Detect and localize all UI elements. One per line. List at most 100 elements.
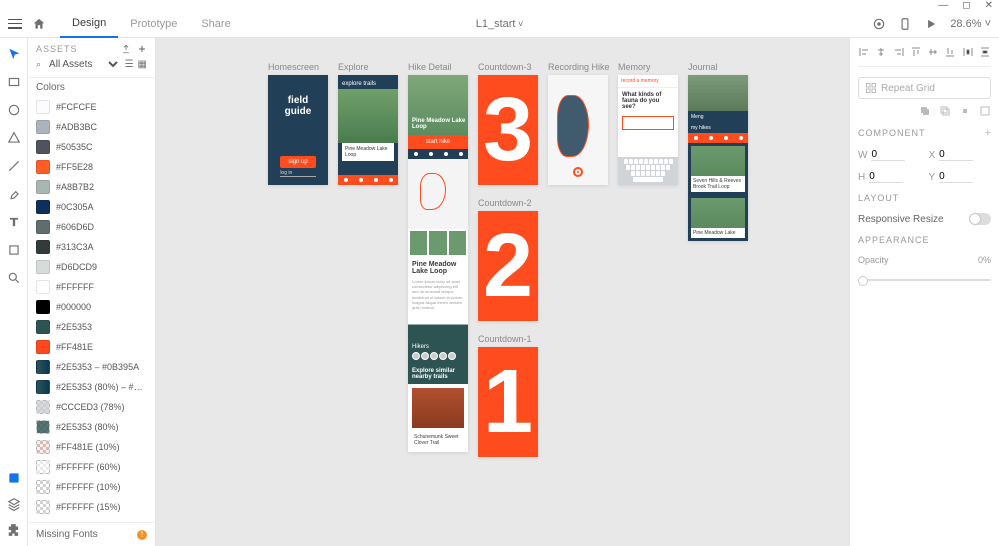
grid-view-icon[interactable]: ▦ bbox=[138, 59, 147, 70]
rectangle-tool[interactable] bbox=[6, 74, 22, 90]
select-tool[interactable] bbox=[6, 46, 22, 62]
color-swatch-row[interactable]: #50535C bbox=[32, 137, 151, 157]
artboard-label[interactable]: Homescreen bbox=[268, 62, 328, 72]
record-button-icon bbox=[573, 167, 583, 177]
distribute-h-icon[interactable] bbox=[962, 46, 974, 58]
artboard-label[interactable]: Journal bbox=[688, 62, 748, 72]
artboard-countdown-1[interactable]: 1 bbox=[478, 347, 538, 457]
artboard-label[interactable]: Countdown-2 bbox=[478, 198, 538, 208]
ellipse-tool[interactable] bbox=[6, 102, 22, 118]
color-swatch-row[interactable]: #FFFFFF (60%) bbox=[32, 457, 151, 477]
line-tool[interactable] bbox=[6, 158, 22, 174]
color-swatch-row[interactable]: #2E5353 – #0B395A bbox=[32, 357, 151, 377]
color-swatch-row[interactable]: #2E5353 (80%) – #0B395A (80%) bbox=[32, 377, 151, 397]
artboard-homescreen[interactable]: field guide sign up log in bbox=[268, 75, 328, 185]
responsive-resize-toggle[interactable] bbox=[969, 213, 991, 225]
height-input[interactable] bbox=[869, 171, 903, 183]
document-title-dropdown[interactable]: L1_start bbox=[476, 18, 524, 30]
align-right-icon[interactable] bbox=[893, 46, 905, 58]
bool-subtract-icon[interactable] bbox=[939, 105, 951, 117]
pen-tool[interactable] bbox=[6, 186, 22, 202]
zoom-level-dropdown[interactable]: 28.6% ˅ bbox=[950, 18, 991, 30]
zoom-tool[interactable] bbox=[6, 270, 22, 286]
home-icon[interactable] bbox=[32, 17, 46, 31]
assets-panel-toggle[interactable] bbox=[6, 470, 22, 486]
window-maximize-button[interactable]: ◻ bbox=[962, 0, 970, 11]
bool-add-icon[interactable] bbox=[919, 105, 931, 117]
color-swatch-row[interactable]: #FCFCFE bbox=[32, 97, 151, 117]
align-left-icon[interactable] bbox=[858, 46, 870, 58]
artboard-label[interactable]: Explore bbox=[338, 62, 398, 72]
polygon-tool[interactable] bbox=[6, 130, 22, 146]
color-swatch-row[interactable]: #2E5353 (80%) bbox=[32, 417, 151, 437]
color-swatch bbox=[36, 140, 50, 154]
tab-bar bbox=[338, 175, 398, 185]
cloud-sync-icon[interactable] bbox=[872, 17, 886, 31]
repeat-grid-button[interactable]: Repeat Grid bbox=[858, 77, 991, 99]
artboard-memory[interactable]: record a memory What kinds of fauna do y… bbox=[618, 75, 678, 185]
color-label: #FCFCFE bbox=[56, 102, 97, 112]
color-swatch-row[interactable]: #2E5353 bbox=[32, 317, 151, 337]
text-tool[interactable] bbox=[6, 214, 22, 230]
tab-share[interactable]: Share bbox=[189, 10, 242, 38]
layers-panel-toggle[interactable] bbox=[6, 496, 22, 512]
bool-intersect-icon[interactable] bbox=[959, 105, 971, 117]
opacity-slider[interactable] bbox=[858, 279, 991, 281]
color-swatch-row[interactable]: #FF481E bbox=[32, 337, 151, 357]
color-swatch-row[interactable]: #606D6D bbox=[32, 217, 151, 237]
align-center-h-icon[interactable] bbox=[875, 46, 887, 58]
x-input[interactable] bbox=[939, 149, 973, 161]
color-swatch bbox=[36, 180, 50, 194]
artboard-label[interactable]: Recording Hike bbox=[548, 62, 610, 72]
color-swatch bbox=[36, 220, 50, 234]
colors-section-header[interactable]: Colors bbox=[28, 77, 155, 97]
artboard-explore[interactable]: explore trails Pine Meadow Lake Loop bbox=[338, 75, 398, 185]
artboard-journal[interactable]: Meng my hikes Seven Hills & Reeves Brook… bbox=[688, 75, 748, 241]
artboard-hike-detail[interactable]: Pine Meadow Lake Loop start hike Pine Me… bbox=[408, 75, 468, 452]
add-asset-icon[interactable] bbox=[137, 44, 147, 54]
mobile-preview-icon[interactable] bbox=[898, 17, 912, 31]
artboard-label[interactable]: Memory bbox=[618, 62, 678, 72]
color-swatch-row[interactable]: #FFFFFF bbox=[32, 277, 151, 297]
color-swatch-row[interactable]: #ADB3BC bbox=[32, 117, 151, 137]
tab-design[interactable]: Design bbox=[60, 10, 118, 38]
color-swatch-row[interactable]: #FFFFFF (15%) bbox=[32, 497, 151, 517]
color-swatch-row[interactable]: #A8B7B2 bbox=[32, 177, 151, 197]
color-swatch-row[interactable]: #D6DCD9 bbox=[32, 257, 151, 277]
artboard-label[interactable]: Countdown-1 bbox=[478, 334, 538, 344]
distribute-v-icon[interactable] bbox=[979, 46, 991, 58]
color-swatch-row[interactable]: #FF481E (10%) bbox=[32, 437, 151, 457]
list-view-icon[interactable]: ☰ bbox=[125, 59, 134, 70]
add-component-icon[interactable]: + bbox=[985, 127, 991, 139]
artboard-label[interactable]: Hike Detail bbox=[408, 62, 468, 72]
color-swatch-row[interactable]: #313C3A bbox=[32, 237, 151, 257]
color-swatch-row[interactable]: #FF5E28 bbox=[32, 157, 151, 177]
assets-filter-dropdown[interactable]: All Assets bbox=[45, 58, 121, 71]
align-middle-icon[interactable] bbox=[927, 46, 939, 58]
plugins-panel-toggle[interactable] bbox=[6, 522, 22, 538]
artboard-recording-hike[interactable] bbox=[548, 75, 608, 185]
color-label: #FFFFFF (10%) bbox=[56, 482, 121, 492]
canvas[interactable]: Homescreen field guide sign up log in Ex… bbox=[156, 38, 849, 546]
artboard-countdown-2[interactable]: 2 bbox=[478, 211, 538, 321]
color-swatch-row[interactable]: #000000 bbox=[32, 297, 151, 317]
play-preview-icon[interactable] bbox=[924, 17, 938, 31]
color-swatch-row[interactable]: #0C305A bbox=[32, 197, 151, 217]
tab-prototype[interactable]: Prototype bbox=[118, 10, 189, 38]
artboard-countdown-3[interactable]: 3 bbox=[478, 75, 538, 185]
width-input[interactable] bbox=[871, 149, 905, 161]
window-close-button[interactable]: ✕ bbox=[985, 0, 993, 11]
color-label: #CCCED3 (78%) bbox=[56, 402, 125, 412]
artboard-tool[interactable] bbox=[6, 242, 22, 258]
align-top-icon[interactable] bbox=[910, 46, 922, 58]
missing-fonts-row[interactable]: Missing Fonts ! bbox=[28, 522, 155, 546]
hamburger-menu-button[interactable] bbox=[8, 19, 22, 29]
window-minimize-button[interactable]: — bbox=[938, 0, 948, 11]
color-swatch-row[interactable]: #FFFFFF (10%) bbox=[32, 477, 151, 497]
publish-library-icon[interactable] bbox=[121, 44, 131, 54]
artboard-label[interactable]: Countdown-3 bbox=[478, 62, 538, 72]
align-bottom-icon[interactable] bbox=[944, 46, 956, 58]
bool-exclude-icon[interactable] bbox=[979, 105, 991, 117]
color-swatch-row[interactable]: #CCCED3 (78%) bbox=[32, 397, 151, 417]
y-input[interactable] bbox=[939, 171, 973, 183]
